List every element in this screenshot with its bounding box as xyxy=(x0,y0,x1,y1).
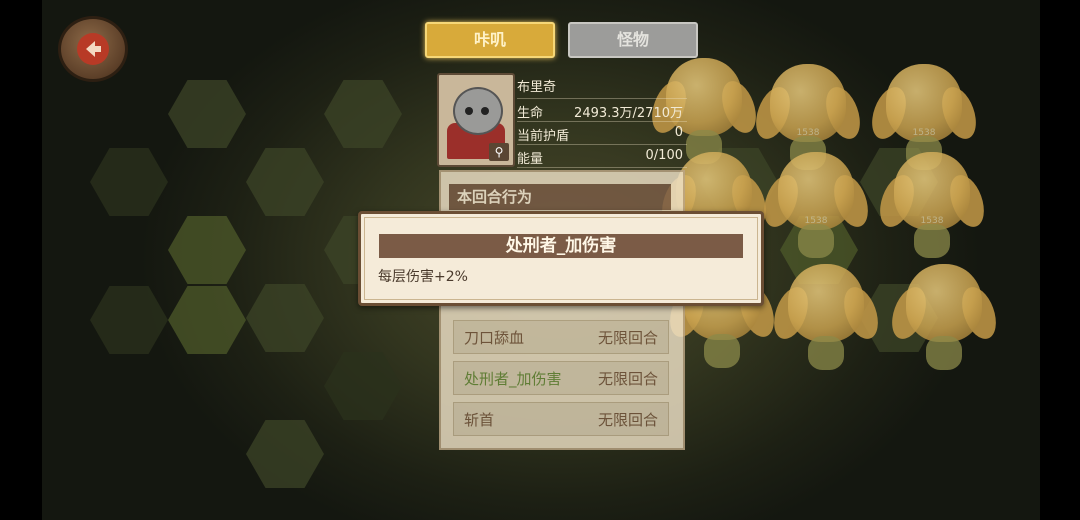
hex-tile xyxy=(90,148,168,216)
enemy-unit[interactable]: 1538 xyxy=(757,152,875,262)
hex-tile xyxy=(324,80,402,148)
back-arrow-icon xyxy=(77,33,109,65)
character-portrait[interactable]: ⚲ xyxy=(437,73,515,167)
hex-tile xyxy=(246,148,324,216)
hex-tile xyxy=(324,352,402,420)
tooltip-description: 每层伤害+2% xyxy=(378,269,468,285)
hex-tile xyxy=(246,284,324,352)
hex-tile xyxy=(168,286,246,354)
character-stats: 布里奇 生命 2493.3万/2710万 当前护盾 0 能量 0/100 xyxy=(517,74,687,168)
back-button[interactable] xyxy=(58,16,128,82)
buff-duration: 无限回合 xyxy=(597,370,658,388)
enemy-hp-label: 1538 xyxy=(920,216,944,226)
character-name: 布里奇 xyxy=(517,74,687,99)
buff-row[interactable]: 斩首 无限回合 xyxy=(453,402,669,436)
stat-value: 0 xyxy=(674,125,683,140)
buff-name: 刀口舔血 xyxy=(464,329,525,347)
buff-tooltip[interactable]: 处刑者_加伤害 每层伤害+2% xyxy=(358,211,764,306)
stat-label: 当前护盾 xyxy=(517,129,570,144)
tab-monster[interactable]: 怪物 xyxy=(568,22,698,58)
hex-tile xyxy=(168,216,246,284)
stat-hp: 生命 2493.3万/2710万 xyxy=(517,99,687,122)
panel-header: 本回合行为 xyxy=(449,184,671,210)
buff-duration: 无限回合 xyxy=(597,329,658,347)
tooltip-title: 处刑者_加伤害 xyxy=(379,234,743,258)
buff-duration: 无限回合 xyxy=(597,411,658,429)
buff-name: 斩首 xyxy=(464,411,495,429)
stat-energy: 能量 0/100 xyxy=(517,145,687,168)
buff-row[interactable]: 处刑者_加伤害 无限回合 xyxy=(453,361,669,395)
portrait-face xyxy=(453,87,503,135)
tab-kaji[interactable]: 咔叽 xyxy=(425,22,555,58)
stat-label: 生命 xyxy=(517,106,544,121)
stat-value: 2493.3万/2710万 xyxy=(574,106,683,121)
stat-value: 0/100 xyxy=(645,148,683,163)
stat-label: 能量 xyxy=(517,152,544,167)
enemy-unit[interactable]: 1538 xyxy=(873,152,991,262)
hex-tile xyxy=(168,80,246,148)
buff-name: 处刑者_加伤害 xyxy=(464,370,562,388)
enemy-unit[interactable] xyxy=(767,264,885,374)
letterbox-right xyxy=(1040,0,1080,520)
buff-row[interactable]: 刀口舔血 无限回合 xyxy=(453,320,669,354)
enemy-hp-label: 1538 xyxy=(912,128,936,138)
hex-tile xyxy=(246,420,324,488)
hex-tile xyxy=(90,286,168,354)
letterbox-left xyxy=(0,0,42,520)
enemy-hp-label: 1538 xyxy=(804,216,828,226)
magnifier-icon[interactable]: ⚲ xyxy=(489,143,509,161)
stat-shield: 当前护盾 0 xyxy=(517,122,687,145)
enemy-unit[interactable] xyxy=(885,264,1003,374)
enemy-hp-label: 1538 xyxy=(796,128,820,138)
